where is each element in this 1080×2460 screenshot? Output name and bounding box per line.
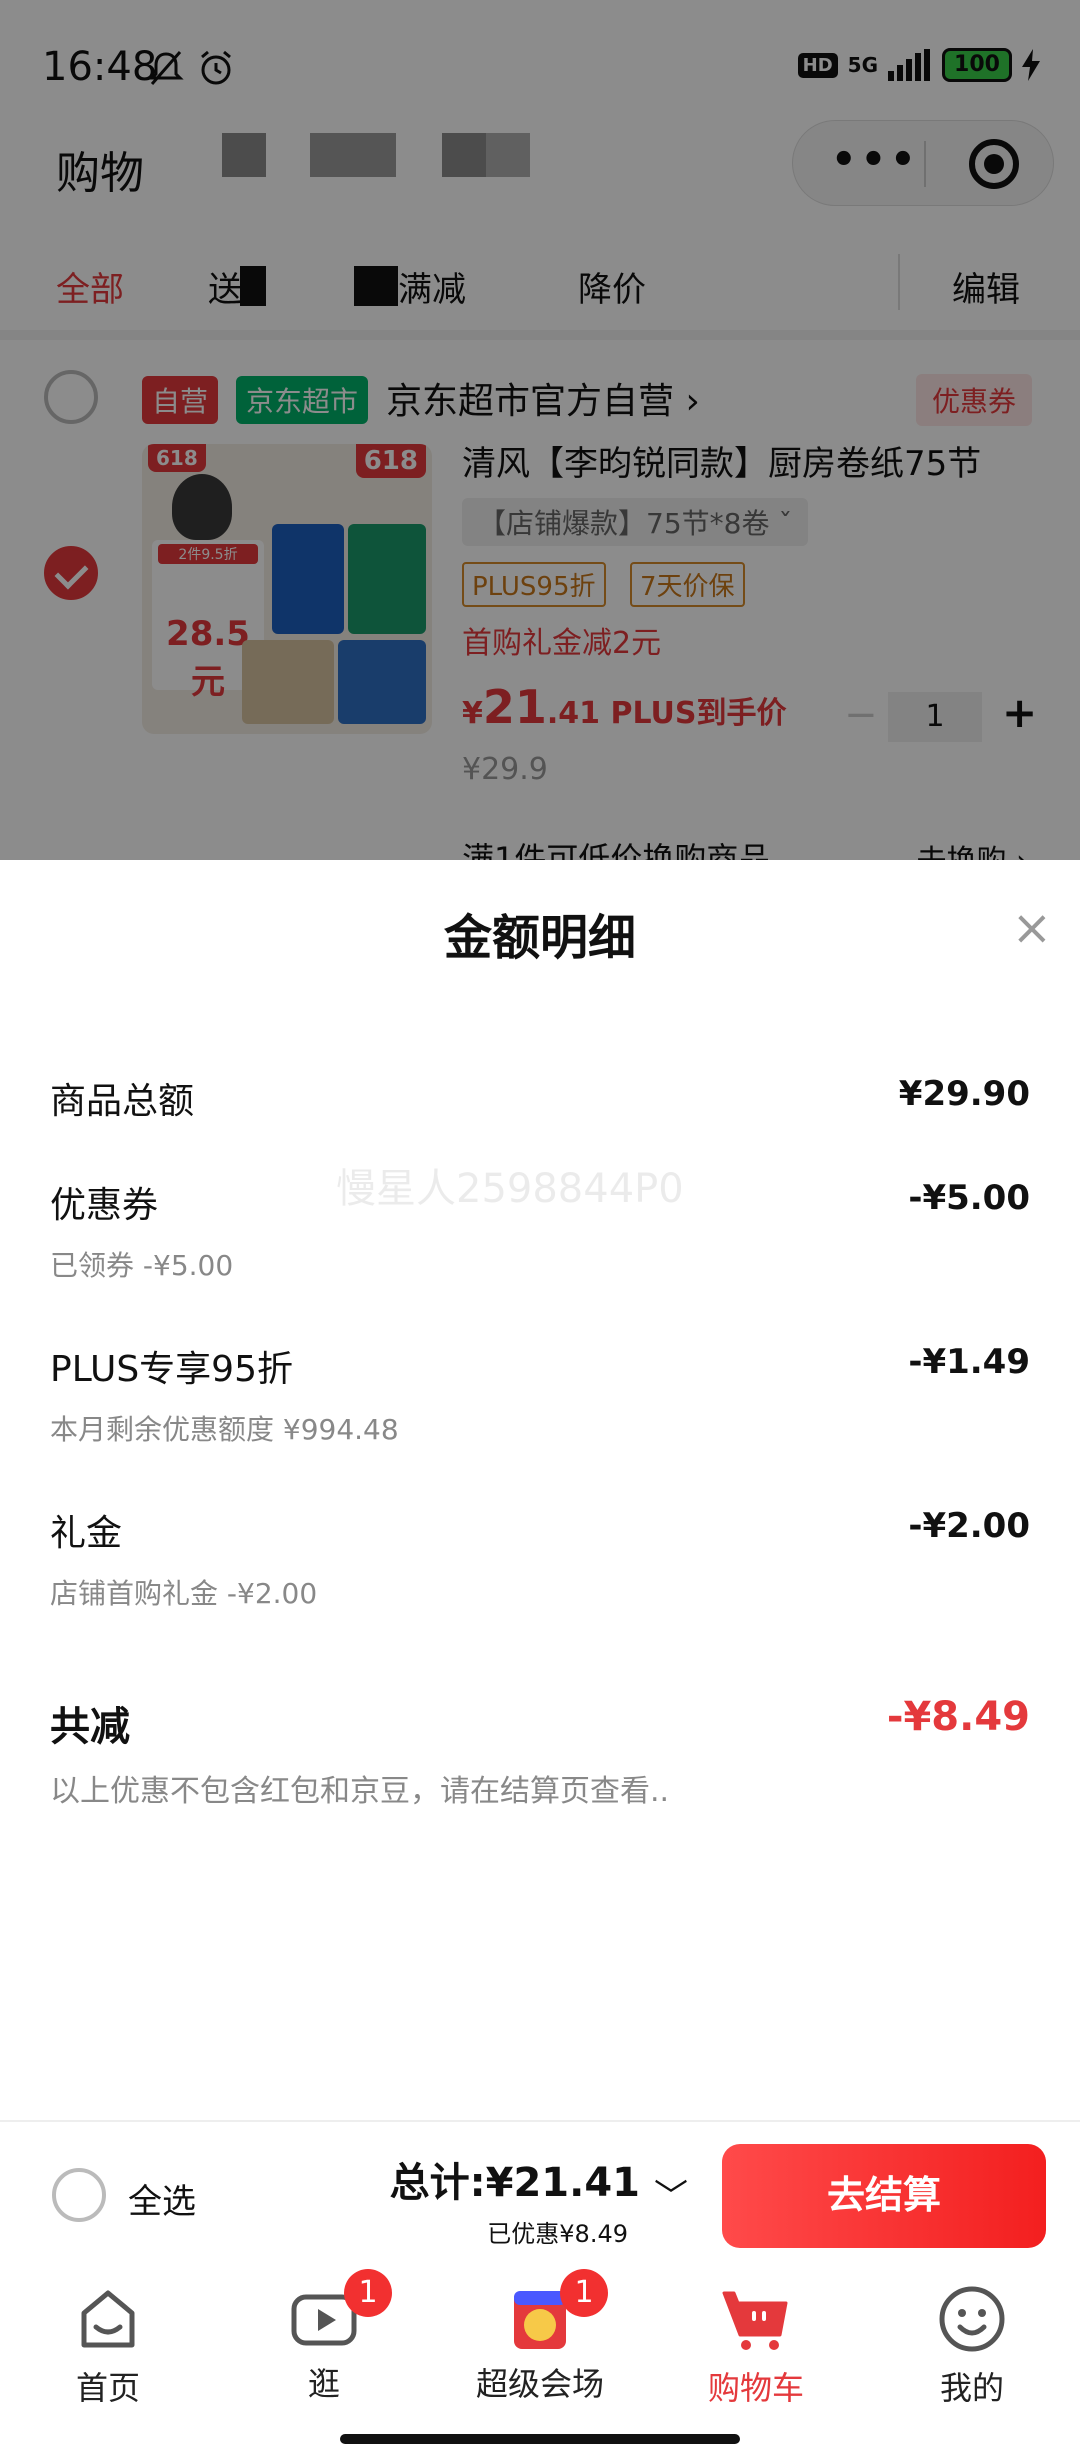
saved-amount: 已优惠¥8.49 xyxy=(487,2220,628,2248)
tabbar-mine[interactable]: 我的 xyxy=(864,2283,1080,2409)
total-discount-value: -¥8.49 xyxy=(886,1694,1030,1740)
subtotal-label: 商品总额 xyxy=(50,1081,195,1122)
select-all-label[interactable]: 全选 xyxy=(128,2174,196,2223)
chevron-up-icon[interactable]: ︿ xyxy=(654,2172,688,2221)
coupon-label: 优惠券 xyxy=(50,1185,159,1226)
tabbar-super-venue[interactable]: 1 超级会场 xyxy=(432,2269,648,2405)
gift-subtext: 店铺首购礼金 -¥2.00 xyxy=(50,1577,318,1610)
tabbar-super-venue-label: 超级会场 xyxy=(475,2365,604,2403)
tabbar-browse-label: 逛 xyxy=(307,2365,340,2403)
tabbar-home[interactable]: 首页 xyxy=(0,2283,216,2409)
browse-badge: 1 xyxy=(344,2269,392,2317)
super-venue-badge: 1 xyxy=(560,2269,608,2317)
plus-discount-label: PLUS专享95折 xyxy=(50,1349,293,1390)
coupon-subtext: 已领券 -¥5.00 xyxy=(50,1249,234,1282)
tabbar-cart[interactable]: 购物车 xyxy=(648,2283,864,2409)
profile-face-icon xyxy=(939,2286,1005,2352)
cart-icon xyxy=(722,2291,788,2350)
video-icon: 1 xyxy=(288,2269,392,2355)
watermark: 慢星人2598844P0 xyxy=(336,1166,684,1212)
close-icon[interactable]: × xyxy=(1012,900,1052,956)
checkout-bar: 全选 总计:¥21.41 已优惠¥8.49 ︿ 去结算 xyxy=(0,2120,1080,2265)
total-price: 总计:¥21.41 xyxy=(389,2160,640,2206)
plus-discount-subtext: 本月剩余优惠额度 ¥994.48 xyxy=(50,1413,399,1446)
tabbar-home-label: 首页 xyxy=(75,2369,140,2407)
modal-overlay[interactable] xyxy=(0,0,1080,860)
super-venue-icon: 1 xyxy=(504,2269,608,2355)
sheet-title: 金额明细 xyxy=(443,910,636,966)
home-indicator[interactable] xyxy=(340,2434,740,2444)
coupon-value: -¥5.00 xyxy=(908,1178,1030,1218)
gift-value: -¥2.00 xyxy=(908,1506,1030,1546)
select-all-radio[interactable] xyxy=(52,2168,106,2222)
tabbar-cart-label: 购物车 xyxy=(707,2369,804,2407)
checkout-button[interactable]: 去结算 xyxy=(722,2144,1046,2248)
gift-label: 礼金 xyxy=(50,1513,123,1554)
home-icon xyxy=(81,2290,135,2348)
bottom-tab-bar: 首页 1 逛 1 超级会场 购物车 我的 xyxy=(0,2265,1080,2460)
discount-note: 以上优惠不包含红包和京豆，请在结算页查看.. xyxy=(50,1774,670,1809)
subtotal-value: ¥29.90 xyxy=(898,1074,1030,1114)
price-detail-sheet: 金额明细 × 慢星人2598844P0 商品总额 ¥29.90 优惠券 -¥5.… xyxy=(0,860,1080,2120)
tabbar-browse[interactable]: 1 逛 xyxy=(216,2269,432,2405)
total-discount-label: 共减 xyxy=(50,1704,130,1750)
plus-discount-value: -¥1.49 xyxy=(908,1342,1030,1382)
tabbar-mine-label: 我的 xyxy=(939,2369,1004,2407)
